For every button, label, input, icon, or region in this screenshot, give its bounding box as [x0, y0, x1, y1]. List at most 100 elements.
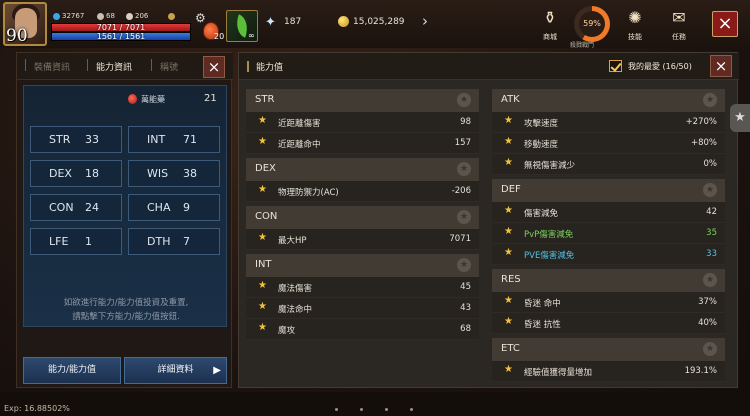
stat-row[interactable]: ★ 魔法傷害 45 — [246, 277, 479, 298]
stat-name: 昏迷 抗性 — [524, 320, 561, 330]
stat-row[interactable]: ★ 近距離傷害 98 — [246, 112, 479, 133]
skill-icon: ✺ — [628, 8, 642, 27]
stat-name: 昏迷 命中 — [524, 299, 561, 309]
star-icon[interactable]: ★ — [504, 364, 513, 375]
star-icon[interactable]: ★ — [504, 316, 513, 327]
expand-arrow-icon[interactable]: › — [422, 12, 428, 30]
mp-bar: 1561 / 1561 — [51, 32, 191, 41]
stat-row[interactable]: ★ 最大HP 7071 — [246, 229, 479, 250]
star-icon[interactable]: ★ — [504, 226, 513, 237]
stat-value: 40% — [698, 318, 717, 328]
section-header: ATK ★ — [492, 89, 725, 112]
section-header: CON ★ — [246, 206, 479, 229]
stat-value: -206 — [451, 186, 471, 196]
progress-ring[interactable]: 59% — [574, 6, 610, 42]
tab-title[interactable]: 稱號 — [160, 60, 178, 73]
stat-value: 37% — [698, 297, 717, 307]
section-title: ATK — [501, 94, 520, 105]
section-int: INT ★ ★ 魔法傷害 45 ★ 魔法命中 43 ★ 魔攻 68 — [246, 254, 479, 340]
stat-row[interactable]: ★ 魔攻 68 — [246, 319, 479, 340]
buff-count: ∞ — [248, 31, 255, 40]
favorite-star-icon[interactable]: ★ — [703, 273, 717, 287]
trophy-icon — [168, 12, 177, 20]
star-icon[interactable]: ★ — [258, 280, 267, 291]
skill-button[interactable]: ✺ 技能 — [617, 6, 653, 44]
favorite-star-icon[interactable]: ★ — [703, 342, 717, 356]
stat-counter-3: 206 — [126, 12, 148, 20]
star-icon[interactable]: ★ — [258, 184, 267, 195]
close-icon[interactable]: × — [712, 11, 738, 37]
close-icon[interactable]: × — [710, 55, 732, 77]
star-icon[interactable]: ★ — [504, 157, 513, 168]
section-res: RES ★ ★ 昏迷 命中 37% ★ 昏迷 抗性 40% — [492, 269, 725, 334]
stat-value: +270% — [685, 117, 717, 127]
close-icon[interactable]: × — [203, 56, 225, 78]
section-title: ETC — [501, 343, 520, 354]
tab-equipment-info[interactable]: 裝備資訊 — [34, 60, 70, 73]
star-icon[interactable]: ★ — [258, 322, 267, 333]
stat-name: 移動速度 — [524, 140, 559, 150]
gear-icon[interactable]: ⚙ — [195, 12, 207, 24]
stat-row[interactable]: ★ 無視傷害減少 0% — [492, 154, 725, 175]
favorite-star-icon[interactable]: ★ — [703, 93, 717, 107]
stat-row[interactable]: ★ PVE傷害減免 33 — [492, 244, 725, 265]
elixir-label: 萬能藥 — [141, 95, 165, 104]
ability-info-panel: 裝備資訊 能力資訊 稱號 × 萬能藥 21 STR 33 INT 71 DEX 18 … — [16, 52, 233, 388]
details-button[interactable]: 詳細資料 ▶ — [124, 357, 227, 384]
stat-value: 0% — [703, 159, 718, 169]
section-title: INT — [255, 259, 272, 270]
quest-icon: ✉ — [672, 8, 686, 27]
stat-column-right: ATK ★ ★ 攻擊速度 +270% ★ 移動速度 +80% ★ 無視傷害減少 0% DEF ★ ★ 傷害減… — [492, 89, 725, 386]
stat-int: INT 71 — [128, 126, 220, 153]
shop-button[interactable]: ⚱ 商城 — [532, 6, 568, 44]
stat-dth: DTH 7 — [128, 228, 220, 255]
section-title: DEX — [255, 163, 276, 174]
stat-row[interactable]: ★ 昏迷 命中 37% — [492, 292, 725, 313]
stat-row[interactable]: ★ 昏迷 抗性 40% — [492, 313, 725, 334]
stat-row[interactable]: ★ 經驗值獲得量增加 193.1% — [492, 361, 725, 382]
star-icon[interactable]: ★ — [258, 232, 267, 243]
stat-row[interactable]: ★ 攻擊速度 +270% — [492, 112, 725, 133]
stat-name: 物理防禦力(AC) — [278, 188, 339, 198]
star-icon[interactable]: ★ — [258, 301, 267, 312]
ring-percent: 59% — [579, 11, 605, 37]
favorite-star-icon[interactable]: ★ — [703, 183, 717, 197]
favorite-star-icon[interactable]: ★ — [457, 93, 471, 107]
favorite-star-icon[interactable]: ★ — [457, 210, 471, 224]
section-atk: ATK ★ ★ 攻擊速度 +270% ★ 移動速度 +80% ★ 無視傷害減少 0% — [492, 89, 725, 175]
quest-button[interactable]: ✉ 任務 — [661, 6, 697, 44]
stat-wis: WIS 38 — [128, 160, 220, 187]
section-header: DEX ★ — [246, 158, 479, 181]
crystal-amount: 187 — [284, 17, 302, 27]
stat-row[interactable]: ★ 物理防禦力(AC) -206 — [246, 181, 479, 202]
shop-icon: ⚱ — [543, 8, 557, 27]
star-icon[interactable]: ★ — [258, 115, 267, 126]
stat-value: 98 — [460, 117, 471, 127]
star-icon[interactable]: ★ — [504, 205, 513, 216]
star-icon[interactable]: ★ — [504, 136, 513, 147]
stat-name: 魔法傷害 — [278, 284, 313, 294]
favorite-checkbox[interactable] — [609, 60, 622, 72]
tab-ability-info[interactable]: 能力資訊 — [96, 60, 132, 73]
star-icon[interactable]: ★ — [504, 247, 513, 258]
star-icon[interactable]: ★ — [258, 136, 267, 147]
stat-row[interactable]: ★ 傷害減免 42 — [492, 202, 725, 223]
stat-dex: DEX 18 — [30, 160, 122, 187]
stat-row[interactable]: ★ 近距離命中 157 — [246, 133, 479, 154]
stat-name: 無視傷害減少 — [524, 161, 576, 171]
section-con: CON ★ ★ 最大HP 7071 — [246, 206, 479, 250]
star-icon[interactable]: ★ — [504, 115, 513, 126]
stat-row[interactable]: ★ 移動速度 +80% — [492, 133, 725, 154]
side-star-icon[interactable]: ★ — [730, 104, 750, 132]
play-arrow-icon: ▶ — [213, 365, 221, 376]
stat-row[interactable]: ★ 魔法命中 43 — [246, 298, 479, 319]
favorite-label[interactable]: 我的最愛 (16/50) — [628, 61, 692, 72]
hp-text: 7071 / 7071 — [96, 23, 146, 32]
favorite-star-icon[interactable]: ★ — [457, 258, 471, 272]
ability-stats-button[interactable]: 能力/能力值 — [23, 357, 121, 384]
stat-row[interactable]: ★ PvP傷害減免 35 — [492, 223, 725, 244]
potion-count: 20 — [214, 32, 225, 41]
favorite-star-icon[interactable]: ★ — [457, 162, 471, 176]
star-icon[interactable]: ★ — [504, 295, 513, 306]
section-header: STR ★ — [246, 89, 479, 112]
